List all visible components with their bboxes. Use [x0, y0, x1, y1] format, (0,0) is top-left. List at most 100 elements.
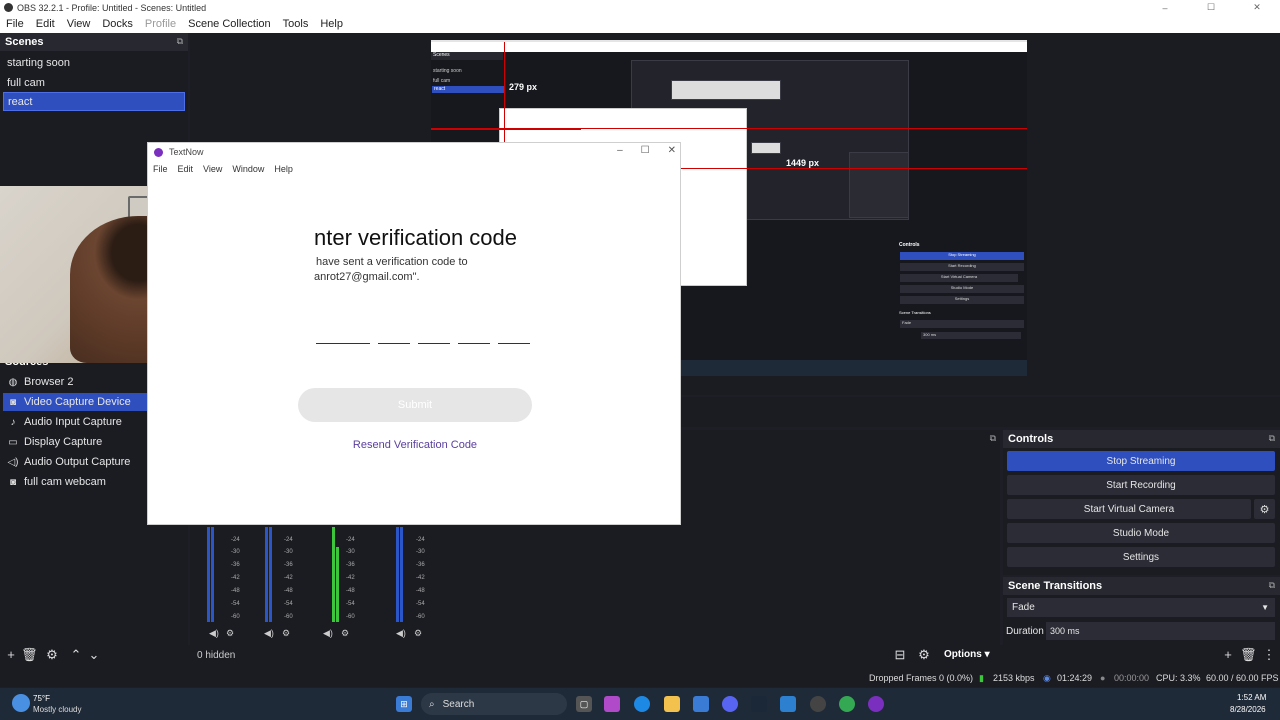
code-digit-field[interactable] [498, 343, 530, 344]
code-digit-field[interactable] [458, 343, 490, 344]
scene-item-full-cam[interactable]: full cam [3, 73, 185, 92]
trash-icon[interactable]: 🗑 [1240, 647, 1257, 663]
minimize-button[interactable]: – [1142, 0, 1188, 15]
add-icon[interactable]: + [1220, 647, 1236, 662]
menu-profile[interactable]: Profile [139, 18, 182, 30]
settings-button[interactable]: Settings [1007, 547, 1275, 567]
mixer-undock-icon[interactable]: ⧉ [990, 433, 996, 444]
start-virtual-camera-button[interactable]: Start Virtual Camera [1007, 499, 1251, 519]
menu-scene-collection[interactable]: Scene Collection [182, 18, 277, 30]
gear-icon[interactable]: ⚙ [226, 628, 234, 639]
tn-menu-window[interactable]: Window [227, 164, 269, 174]
dropped-frames: Dropped Frames 0 (0.0%) [869, 673, 974, 683]
discord-icon[interactable] [722, 696, 738, 712]
source-item-browser-2[interactable]: ◍ Browser 2 [3, 373, 153, 391]
db-mark: -30 [416, 549, 425, 555]
gear-icon[interactable]: ⚙ [282, 628, 290, 639]
menu-help[interactable]: Help [314, 18, 349, 30]
advanced-audio-icon[interactable]: ⚙ [916, 647, 932, 663]
maximize-button[interactable]: ☐ [641, 145, 650, 156]
code-digit-field[interactable] [338, 343, 370, 344]
tn-menu-view[interactable]: View [198, 164, 227, 174]
weather-icon[interactable] [12, 694, 30, 712]
steam-icon[interactable] [751, 696, 767, 712]
obs-taskbar-icon[interactable] [810, 696, 826, 712]
volume-icon[interactable]: ◀) [396, 628, 406, 639]
source-item-video-capture-device[interactable]: ◙ Video Capture Device [3, 393, 153, 411]
stop-streaming-button[interactable]: Stop Streaming [1007, 451, 1275, 471]
monitor-icon: ▭ [8, 436, 18, 448]
copilot-icon[interactable] [604, 696, 620, 712]
close-button[interactable]: ✕ [668, 145, 676, 156]
guide-label-279: 279 px [509, 82, 538, 92]
duration-field[interactable]: 300 ms [1046, 622, 1275, 640]
submit-button[interactable]: Submit [298, 388, 532, 422]
nested-scene-2: full cam [433, 78, 451, 84]
menu-edit[interactable]: Edit [30, 18, 61, 30]
trash-icon[interactable]: 🗑 [21, 647, 38, 663]
taskbar-search-box[interactable]: ⌕ Search [421, 693, 567, 715]
store-icon[interactable] [693, 696, 709, 712]
volume-icon[interactable]: ◀) [264, 628, 274, 639]
virtual-camera-settings-button[interactable]: ⚙ [1254, 499, 1275, 519]
db-mark: -48 [346, 588, 355, 594]
scene-item-starting-soon[interactable]: starting soon [3, 53, 185, 72]
undock-icon[interactable]: ⧉ [1269, 580, 1275, 591]
start-recording-button[interactable]: Start Recording [1007, 475, 1275, 495]
scene-item-react[interactable]: react [3, 92, 185, 111]
tn-menu-edit[interactable]: Edit [173, 164, 199, 174]
close-button[interactable]: ✕ [1234, 0, 1280, 15]
verification-sent-text: have sent a verification code to [316, 256, 468, 268]
layout-icon[interactable]: ⊟ [892, 647, 908, 663]
chrome-icon[interactable] [839, 696, 855, 712]
volume-icon[interactable]: ◀) [209, 628, 219, 639]
source-item-audio-input-capture[interactable]: ♪ Audio Input Capture [3, 413, 153, 431]
source-item-audio-output-capture[interactable]: ◁) Audio Output Capture [3, 453, 153, 471]
app-icon[interactable] [780, 696, 796, 712]
clock-time[interactable]: 1:52 AM [1237, 693, 1266, 702]
windows-start-icon[interactable]: ⊞ [396, 696, 412, 712]
duration-label: Duration [1006, 626, 1044, 637]
edge-icon[interactable] [634, 696, 650, 712]
db-mark: -24 [416, 537, 425, 543]
task-view-icon[interactable]: ▢ [576, 696, 592, 712]
more-icon[interactable]: ⋮ [1261, 647, 1277, 663]
source-item-display-capture[interactable]: ▭ Display Capture [3, 433, 153, 451]
volume-icon[interactable]: ◀) [323, 628, 333, 639]
tn-menu-help[interactable]: Help [269, 164, 298, 174]
record-icon: ● [1100, 673, 1106, 683]
nested-settings: Settings [900, 296, 1024, 304]
transitions-title: Scene Transitions [1008, 580, 1103, 592]
transition-select[interactable]: Fade ▼ [1007, 598, 1275, 617]
menu-tools[interactable]: Tools [277, 18, 315, 30]
menu-docks[interactable]: Docks [96, 18, 139, 30]
code-digit-field[interactable] [378, 343, 410, 344]
studio-mode-button[interactable]: Studio Mode [1007, 523, 1275, 543]
fps: 60.00 / 60.00 FPS [1206, 673, 1279, 683]
move-up-icon[interactable]: ⌃ [68, 647, 84, 663]
maximize-button[interactable]: ☐ [1188, 0, 1234, 15]
menu-file[interactable]: File [0, 18, 30, 30]
window-title: OBS 32.2.1 - Profile: Untitled - Scenes:… [17, 2, 207, 13]
textnow-taskbar-icon[interactable] [868, 696, 884, 712]
options-button[interactable]: Options ▾ [944, 649, 990, 660]
selection-box-top [431, 128, 581, 130]
undock-icon[interactable]: ⧉ [177, 36, 183, 47]
move-down-icon[interactable]: ⌄ [86, 647, 102, 663]
nested-scenes-header: Scenes [431, 52, 503, 60]
gear-icon[interactable]: ⚙ [44, 647, 60, 663]
textnow-window[interactable]: TextNow – ☐ ✕ File Edit View Window Help… [147, 142, 681, 525]
gear-icon[interactable]: ⚙ [341, 628, 349, 639]
source-item-full-cam-webcam[interactable]: ◙ full cam webcam [3, 473, 153, 491]
add-icon[interactable]: + [3, 647, 19, 662]
menu-view[interactable]: View [61, 18, 97, 30]
resend-code-link[interactable]: Resend Verification Code [298, 439, 532, 451]
tn-menu-file[interactable]: File [148, 164, 173, 174]
nested-scene-3: react [432, 86, 504, 93]
file-explorer-icon[interactable] [664, 696, 680, 712]
gear-icon[interactable]: ⚙ [414, 628, 422, 639]
clock-date[interactable]: 8/28/2026 [1230, 705, 1266, 714]
minimize-button[interactable]: – [617, 145, 623, 156]
undock-icon[interactable]: ⧉ [1269, 433, 1275, 444]
code-digit-field[interactable] [418, 343, 450, 344]
